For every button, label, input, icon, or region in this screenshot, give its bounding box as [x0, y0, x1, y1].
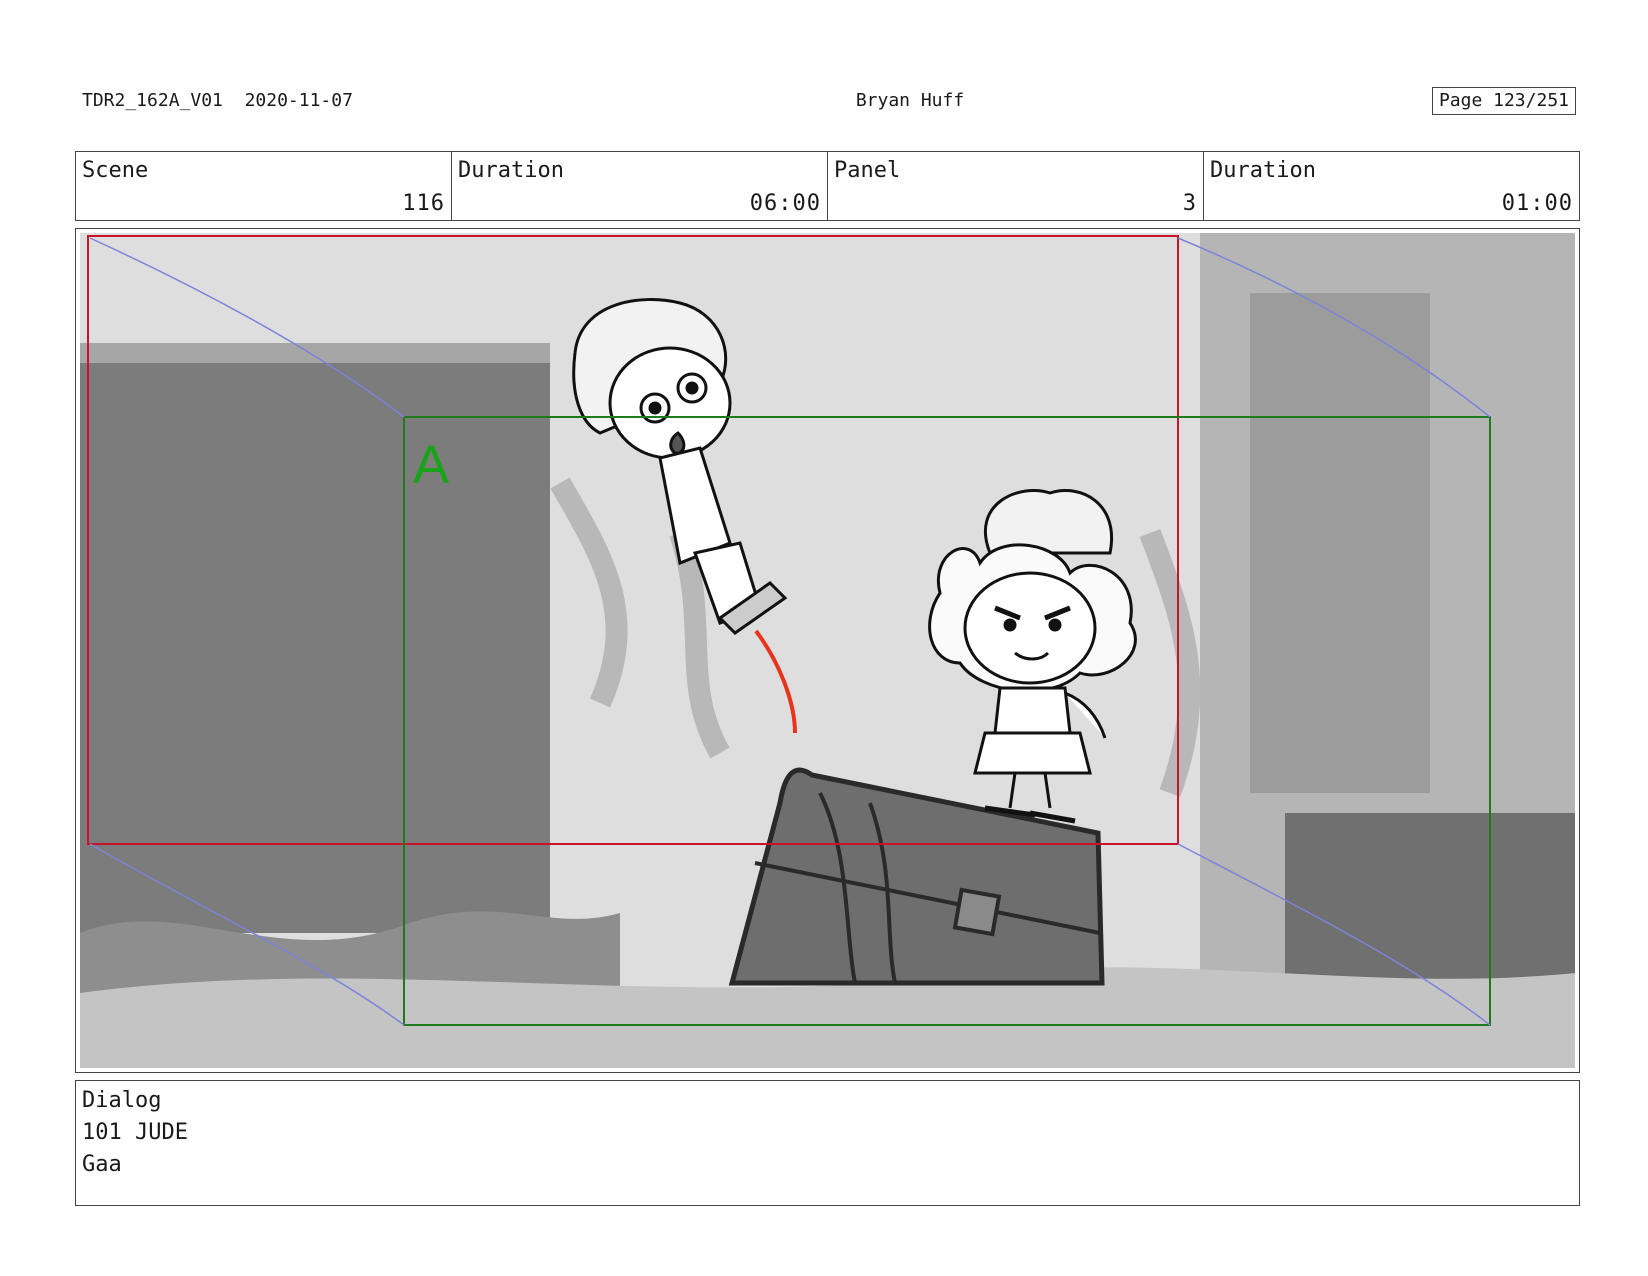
storyboard-panel: A [75, 228, 1580, 1073]
panel-label: Panel [834, 158, 901, 183]
camera-label: A [413, 435, 449, 495]
scene-cell: Scene 116 [76, 152, 452, 220]
scene-value: 116 [402, 191, 445, 216]
panel-duration-label: Duration [1210, 158, 1316, 183]
scene-duration-value: 06:00 [749, 191, 821, 216]
panel-duration-cell: Duration 01:00 [1204, 152, 1579, 220]
artist-name: Bryan Huff [855, 90, 965, 111]
page-number: Page 123/251 [1431, 87, 1576, 115]
dialog-box: Dialog 101 JUDE Gaa [75, 1080, 1580, 1206]
panel-cell: Panel 3 [828, 152, 1204, 220]
panel-value: 3 [1182, 191, 1197, 216]
panel-duration-value: 01:00 [1501, 191, 1573, 216]
panel-info-row: Scene 116 Duration 06:00 Panel 3 Duratio… [75, 151, 1580, 221]
scene-duration-cell: Duration 06:00 [452, 152, 828, 220]
panel-artwork: A [80, 233, 1575, 1068]
dialog-label: Dialog [82, 1088, 162, 1113]
dialog-line: Gaa [82, 1152, 122, 1177]
scene-duration-label: Duration [458, 158, 564, 183]
scene-label: Scene [82, 158, 149, 183]
dialog-character: 101 JUDE [82, 1120, 188, 1145]
